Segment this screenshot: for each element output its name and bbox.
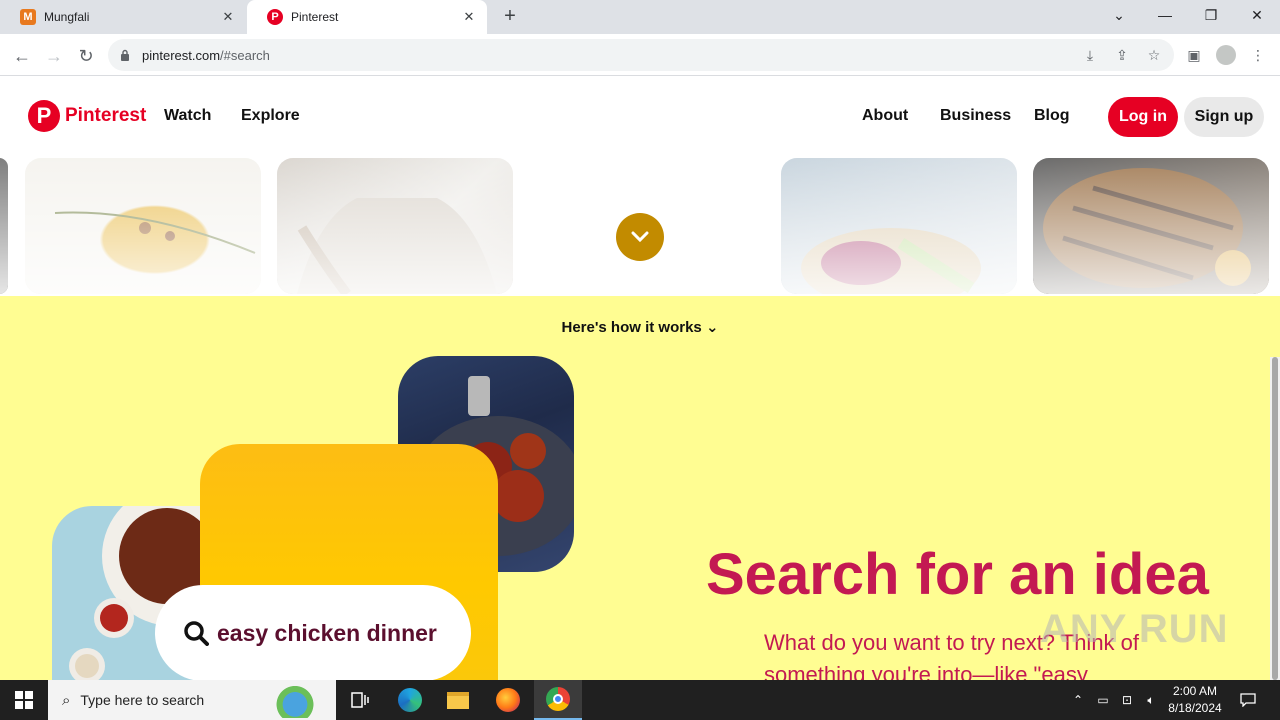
start-button[interactable] [0, 680, 48, 720]
close-tab-icon[interactable]: ✕ [461, 9, 477, 25]
anyrun-watermark: ANY RUN [1040, 607, 1229, 651]
hero-headline: Search for an idea [706, 542, 1209, 607]
windows-logo-icon [15, 691, 33, 709]
pinterest-logo[interactable]: P Pinterest [28, 100, 146, 132]
close-tab-icon[interactable]: ✕ [220, 9, 236, 25]
pinterest-logo-icon: P [28, 100, 60, 132]
file-explorer-icon[interactable] [434, 680, 482, 720]
how-it-works-link[interactable]: Here's how it works ⌄ [0, 318, 1280, 336]
profile-avatar-icon[interactable] [1213, 42, 1239, 68]
show-hidden-icons-icon[interactable]: ⌃ [1068, 680, 1088, 720]
pinterest-favicon-icon: P [267, 9, 283, 25]
browser-toolbar: ← → ↻ pinterest.com/#search ⤓ ⇪ ☆ ▣ ⋮ [0, 34, 1280, 76]
share-icon[interactable]: ⇪ [1109, 42, 1135, 68]
taskbar-clock[interactable]: 2:00 AM 8/18/2024 [1160, 683, 1230, 717]
tab-title: Pinterest [291, 10, 339, 24]
taskbar-search-placeholder: Type here to search [80, 692, 205, 708]
lock-icon[interactable] [120, 48, 134, 62]
pin-image[interactable] [25, 158, 261, 294]
nav-watch[interactable]: Watch [164, 107, 211, 125]
pin-image[interactable] [1033, 158, 1269, 294]
windows-taskbar: ⌕ Type here to search ⌃ ▭ ⊡ 🔈︎ 2:00 AM 8… [0, 680, 1280, 720]
clock-date: 8/18/2024 [1168, 701, 1222, 715]
menu-kebab-icon[interactable]: ⋮ [1245, 42, 1271, 68]
install-app-icon[interactable]: ⤓ [1077, 42, 1103, 68]
scroll-down-button[interactable] [616, 213, 664, 261]
search-icon: ⌕ [62, 691, 71, 709]
reload-icon[interactable]: ↻ [72, 42, 100, 70]
browser-tab-strip: M Mungfali ✕ P Pinterest ✕ + ⌄ — ❐ ✕ [0, 0, 1280, 34]
back-icon[interactable]: ← [8, 42, 36, 70]
chrome-icon[interactable] [534, 680, 582, 720]
tab-search-icon[interactable]: ⌄ [1096, 0, 1142, 30]
login-button[interactable]: Log in [1108, 97, 1178, 137]
url-host: pinterest.com [142, 47, 221, 63]
minimize-icon[interactable]: — [1142, 0, 1188, 30]
nav-explore[interactable]: Explore [241, 107, 300, 125]
new-tab-button[interactable]: + [498, 5, 522, 29]
taskbar-search-box[interactable]: ⌕ Type here to search [48, 680, 336, 720]
side-panel-icon[interactable]: ▣ [1181, 42, 1207, 68]
network-icon[interactable]: ⊡ [1116, 680, 1138, 720]
volume-icon[interactable]: 🔈︎ [1140, 680, 1162, 720]
pin-image[interactable] [781, 158, 1017, 294]
mungfali-favicon-icon: M [20, 9, 36, 25]
clock-time: 2:00 AM [1172, 684, 1218, 698]
firefox-icon[interactable] [484, 680, 532, 720]
scrollbar-thumb[interactable] [1272, 357, 1278, 680]
battery-icon[interactable]: ▭ [1092, 680, 1114, 720]
page-viewport: P Pinterest Watch Explore About Business… [0, 77, 1280, 680]
site-header: P Pinterest Watch Explore About Business… [0, 77, 1280, 157]
nav-business[interactable]: Business [940, 107, 1011, 125]
page-scrollbar[interactable] [1270, 357, 1280, 680]
tab-title: Mungfali [44, 10, 90, 24]
forward-icon[interactable]: → [40, 42, 68, 70]
tab-pinterest[interactable]: P Pinterest ✕ [247, 0, 487, 34]
pin-image[interactable] [277, 158, 513, 294]
bookmark-star-icon[interactable]: ☆ [1141, 42, 1167, 68]
pin-image[interactable] [0, 158, 8, 294]
chevron-down-icon [631, 231, 649, 243]
example-search-pill[interactable]: easy chicken dinner [155, 585, 471, 680]
close-window-icon[interactable]: ✕ [1234, 0, 1280, 30]
chevron-down-icon: ⌄ [705, 319, 719, 336]
restore-icon[interactable]: ❐ [1188, 0, 1234, 30]
example-search-text: easy chicken dinner [217, 619, 437, 646]
search-icon [184, 621, 209, 646]
url-path: /#search [220, 47, 270, 63]
signup-button[interactable]: Sign up [1184, 97, 1264, 137]
nav-blog[interactable]: Blog [1034, 107, 1070, 125]
address-bar[interactable]: pinterest.com/#search [108, 39, 1174, 71]
tab-mungfali[interactable]: M Mungfali ✕ [0, 0, 246, 34]
how-it-works-label: Here's how it works [561, 319, 702, 336]
task-view-icon[interactable] [336, 680, 384, 720]
nav-about[interactable]: About [862, 107, 908, 125]
search-highlight-icon [260, 684, 330, 718]
notifications-icon[interactable] [1236, 680, 1260, 720]
logo-text: Pinterest [65, 105, 147, 126]
edge-icon[interactable] [386, 680, 434, 720]
